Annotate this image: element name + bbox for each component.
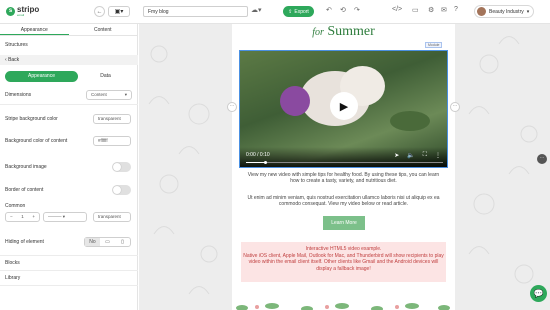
avatar [477, 7, 486, 16]
more-icon[interactable]: ⋮ [435, 152, 441, 159]
content-bg-color-picker[interactable]: #ffffff [93, 136, 131, 146]
email-name-input[interactable] [143, 6, 248, 17]
cloud-save-icon[interactable]: ☁▾ [251, 6, 262, 14]
plus-icon[interactable]: + [32, 213, 35, 221]
border-style-select[interactable]: ——— ▾ [43, 212, 87, 222]
desktop-icon[interactable]: ▭ [100, 238, 115, 246]
dimensions-label: Dimensions [5, 92, 32, 98]
logo-sub: email [17, 13, 25, 17]
test-email-icon[interactable]: ✉ [441, 6, 447, 14]
history-icon[interactable]: ⟲ [340, 6, 346, 14]
segment-data[interactable]: Data [78, 71, 133, 82]
content-bg-label: Background color of content [5, 138, 68, 144]
stripo-logo[interactable]: s stripo email [0, 0, 42, 24]
tab-appearance[interactable]: Appearance [0, 24, 69, 35]
paragraph-1[interactable]: View my new video with simple tips for h… [246, 172, 441, 185]
learn-more-button[interactable]: Learn More [323, 216, 365, 230]
panel-toggle-button[interactable]: ▣ ▾ [108, 6, 130, 17]
panel-layout-icon: ▣ [114, 9, 121, 15]
fallback-notice[interactable]: Interactive HTML5 video example. Native … [241, 242, 446, 282]
export-icon: ⇪ [288, 8, 293, 15]
sidebar-item-library[interactable]: Library [5, 275, 20, 281]
segment-appearance[interactable]: Appearance [5, 71, 78, 82]
video-time: 0:00 / 0:10 [246, 152, 270, 158]
chevron-down-icon: ▾ [526, 8, 530, 15]
preview-icon[interactable]: ▭ [412, 6, 419, 14]
stripe-bg-label: Stripe background color [5, 116, 58, 122]
module-badge[interactable]: Module [425, 42, 443, 48]
structure-right-handle[interactable]: ⋯ [450, 102, 460, 112]
user-menu[interactable]: Beauty Industry ▾ [474, 5, 535, 18]
back-button[interactable]: ‹ Back [0, 55, 138, 65]
code-icon[interactable]: </> [392, 6, 402, 13]
video-player[interactable]: ▶ 0:00 / 0:10 ➤ 🔈 ⛶ ⋮ [239, 50, 448, 168]
leaves-decoration [236, 303, 450, 310]
appearance-data-switch: Appearance Data [5, 71, 133, 82]
export-button[interactable]: ⇪ Export [283, 6, 314, 17]
border-label: Border of content [5, 187, 44, 193]
back-arrow-icon[interactable]: ← [94, 6, 105, 17]
hide-element-options: No ▭ ▯ [84, 237, 131, 247]
fullscreen-icon[interactable]: ⛶ [423, 152, 427, 159]
minus-icon[interactable]: − [10, 213, 13, 221]
border-toggle[interactable] [112, 185, 131, 195]
stripo-logo-icon: s [6, 7, 15, 16]
video-progress-bar[interactable] [246, 162, 443, 163]
video-progress-handle[interactable] [264, 161, 267, 164]
canvas-side-handle[interactable]: ⋯ [537, 154, 547, 164]
sidebar-item-blocks[interactable]: Blocks [5, 260, 20, 266]
hide-no-option[interactable]: No [85, 238, 100, 246]
hide-label: Hiding of element [5, 239, 44, 245]
tab-content[interactable]: Content [69, 24, 138, 35]
settings-gear-icon[interactable]: ⚙ [428, 6, 434, 14]
chat-icon[interactable]: 💬 [530, 285, 547, 302]
mobile-icon[interactable]: ▯ [115, 238, 130, 246]
section-title: Structures [5, 42, 28, 48]
top-toolbar: s stripo email [0, 0, 550, 24]
stripe-bg-color-picker[interactable]: transparent [93, 114, 131, 124]
bg-image-toggle[interactable] [112, 162, 131, 172]
paragraph-2[interactable]: Ut enim ad minim veniam, quis nostrud ex… [246, 195, 441, 208]
play-icon[interactable]: ▶ [330, 92, 358, 120]
sidebar-tabs: Appearance Content [0, 24, 137, 36]
bg-image-label: Background image [5, 164, 47, 170]
border-common-label: Common [5, 203, 26, 209]
structure-left-handle[interactable]: ⋯ [227, 102, 237, 112]
chevron-down-icon: ▾ [124, 92, 127, 97]
email-canvas: for Summer Module ▶ 0:00 / 0:10 ➤ 🔈 ⛶ ⋮ … [139, 24, 550, 310]
dimensions-select[interactable]: Content ▾ [86, 90, 132, 100]
volume-icon[interactable]: 🔈 [407, 152, 414, 159]
headline[interactable]: for Summer [232, 24, 455, 40]
notice-title: Interactive HTML5 video example. [305, 246, 382, 252]
redo-icon[interactable]: ↷ [354, 6, 360, 14]
undo-icon[interactable]: ↶ [326, 6, 332, 14]
notice-body: Native iOS client, Apple Mail, Outlook f… [243, 252, 444, 272]
border-width-stepper[interactable]: −1 + [5, 212, 40, 222]
email-body[interactable]: for Summer Module ▶ 0:00 / 0:10 ➤ 🔈 ⛶ ⋮ … [232, 24, 455, 310]
user-name: Beauty Industry [489, 8, 524, 15]
border-color-picker[interactable]: transparent [93, 212, 131, 222]
pointer-icon[interactable]: ➤ [394, 152, 399, 159]
help-icon[interactable]: ? [454, 6, 458, 13]
